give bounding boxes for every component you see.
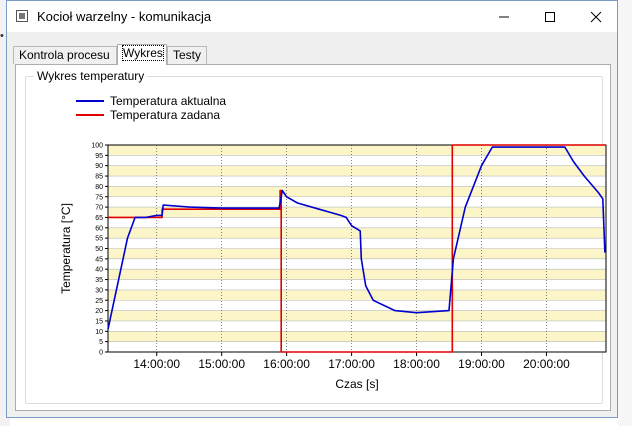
x-tick-label: 15:00:00 [198,357,245,371]
close-icon [590,11,602,23]
maximize-button[interactable] [527,1,573,32]
y-tick-label: 85 [95,174,103,181]
maximize-icon [545,12,555,23]
y-tick-label: 30 [95,287,103,294]
y-tick-label: 40 [95,267,103,274]
y-tick-label: 65 [95,215,103,222]
tab-panel-wykres: Wykres temperatury 0 5 10 15 20 25 30 35 40 45 50 5… [15,64,611,411]
y-tick-label: 60 [95,225,103,232]
legend-label: Temperatura aktualna [110,94,226,108]
tab-wykres[interactable]: Wykres [117,44,167,65]
chart-band [108,289,606,301]
chart-band [108,165,606,177]
chart-groupbox: Wykres temperatury 0 5 10 15 20 25 30 35 40 45 50 5… [25,69,607,404]
chart-band [108,238,606,249]
window-title: Kocioł warzelny - komunikacja [37,9,212,24]
x-axis-label: Czas [s] [335,377,378,391]
x-tick-label: 17:00:00 [328,357,375,371]
y-tick-label: 10 [95,329,103,336]
y-tick-label: 35 [95,277,103,284]
y-tick-label: 100 [91,143,103,150]
y-tick-label: 75 [95,194,103,201]
chart-band [108,186,606,197]
tab-testy[interactable]: Testy [167,46,207,64]
tab-kontrola-procesu[interactable]: Kontrola procesu [13,46,117,64]
chart-band [108,217,606,228]
y-tick-label: 80 [95,184,103,191]
x-tick-label: 16:00:00 [263,357,310,371]
chart-band [108,320,606,332]
chart-band [108,300,606,311]
legend-label: Temperatura zadana [110,108,220,122]
chart-band [108,341,606,352]
chart-band [108,310,606,321]
chart-band [108,155,606,166]
background-window-edge-right [618,0,632,426]
close-button[interactable] [573,1,619,32]
chart-grid [108,144,606,353]
chart-band [108,269,606,280]
x-tick-label: 19:00:00 [458,357,505,371]
background-fragment: • [0,30,4,42]
y-axis-label: Temperatura [°C] [59,203,73,294]
y-tick-label: 70 [95,205,103,212]
y-tick-label: 55 [95,236,103,243]
chart-legend: Temperatura aktualnaTemperatura zadana [76,94,226,122]
y-tick-label: 15 [95,318,103,325]
chart-band [108,196,606,208]
x-tick-label: 20:00:00 [523,357,570,371]
minimize-button[interactable] [481,1,527,32]
title-bar[interactable]: Kocioł warzelny - komunikacja [7,1,617,32]
x-tick-label: 18:00:00 [393,357,440,371]
app-icon[interactable] [16,10,28,22]
y-tick-label: 0 [99,350,103,357]
x-axis-ticks: 14:00:00 15:00:00 16:00:00 17:00:00 18:00:00… [133,352,570,371]
y-tick-label: 20 [95,308,103,315]
app-window: Kocioł warzelny - komunikacja Kontrola p… [6,0,618,418]
y-tick-label: 5 [99,339,103,346]
temperature-chart[interactable]: 0 5 10 15 20 25 30 35 40 45 50 55 60 65 70 75 80 85 90 95 10… [26,77,607,403]
chart-band [108,248,606,259]
y-tick-label: 45 [95,256,103,263]
minimize-icon [499,16,509,18]
y-axis-ticks: 0 5 10 15 20 25 30 35 40 45 50 55 60 65 70 75 80 85 90 95 10… [91,143,108,357]
chart-band [108,258,606,270]
y-tick-label: 25 [95,298,103,305]
x-tick-label: 14:00:00 [133,357,180,371]
y-tick-label: 90 [95,163,103,170]
chart-band [108,331,606,342]
chart-band [108,176,606,187]
y-tick-label: 95 [95,153,103,160]
chart-band [108,279,606,290]
y-tick-label: 50 [95,246,103,253]
